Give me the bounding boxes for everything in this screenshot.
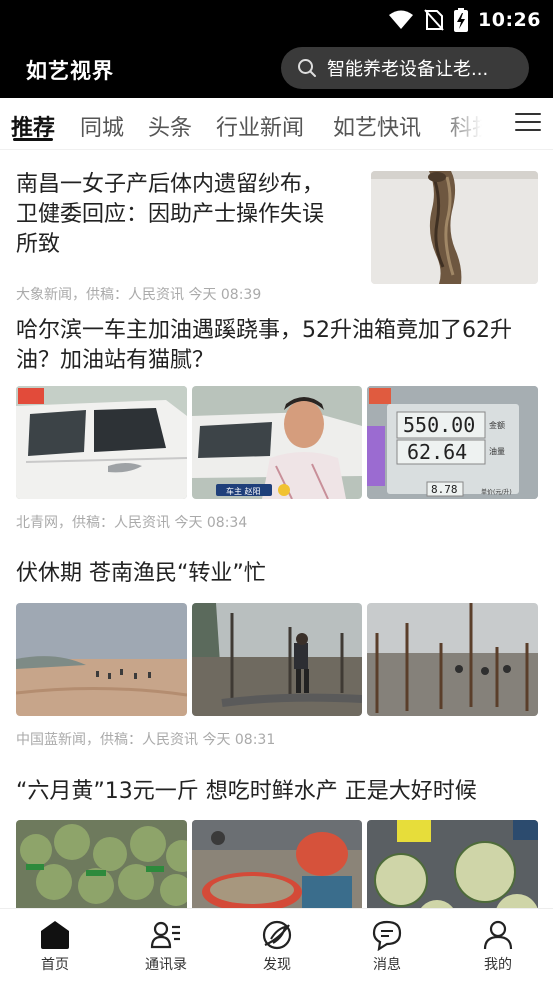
news-meta: 大象新闻，供稿：人民资讯 今天 08:39 bbox=[16, 287, 262, 303]
pump-label-volume: 油量 bbox=[489, 446, 505, 456]
nav-label: 我的 bbox=[484, 957, 512, 973]
news-thumbnail bbox=[16, 386, 187, 499]
wifi-icon bbox=[389, 10, 414, 29]
pump-label-price: 单价(元/升) bbox=[481, 488, 512, 496]
pump-volume: 62.64 bbox=[407, 440, 467, 464]
nav-label: 发现 bbox=[263, 957, 291, 973]
nav-label: 首页 bbox=[41, 957, 69, 973]
news-thumbnail bbox=[367, 603, 538, 716]
app-header: 如艺视界 智能养老设备让老... bbox=[0, 40, 553, 98]
category-tabs: 推荐 同城 头条 行业新闻 如艺快讯 科技 bbox=[0, 98, 553, 150]
news-meta: 中国蓝新闻，供稿：人民资讯 今天 08:31 bbox=[16, 732, 276, 748]
news-thumbnail: 550.00 62.64 金额 油量 8.78 单价(元/升) bbox=[367, 386, 538, 499]
news-thumbnail bbox=[371, 171, 538, 284]
news-title: 南昌一女子产后体内遗留纱布，卫健委回应：因助产士操作失误所致 bbox=[16, 172, 325, 257]
nav-discover[interactable]: 发现 bbox=[237, 919, 317, 974]
tabs-fade bbox=[440, 98, 500, 148]
status-time: 10:26 bbox=[478, 9, 541, 31]
pump-price: 8.78 bbox=[431, 483, 458, 496]
news-title: 伏休期 苍南渔民“转业”忙 bbox=[16, 561, 266, 586]
tab-local[interactable]: 同城 bbox=[80, 110, 124, 142]
news-thumbnail bbox=[367, 820, 538, 908]
tab-industry-news[interactable]: 行业新闻 bbox=[216, 110, 304, 142]
search-box[interactable]: 智能养老设备让老... bbox=[281, 47, 529, 89]
message-icon bbox=[372, 920, 402, 951]
news-title: “六月黄”13元一斤 想吃时鲜水产 正是大好时候 bbox=[16, 779, 477, 804]
nav-contacts[interactable]: 通讯录 bbox=[126, 919, 206, 974]
tab-ruyi-express[interactable]: 如艺快讯 bbox=[333, 110, 421, 142]
app-brand: 如艺视界 bbox=[26, 59, 114, 83]
nav-messages[interactable]: 消息 bbox=[347, 919, 427, 974]
news-feed: 南昌一女子产后体内遗留纱布，卫健委回应：因助产士操作失误所致 大象新闻，供稿：人… bbox=[0, 151, 553, 908]
news-item[interactable]: “六月黄”13元一斤 想吃时鲜水产 正是大好时候 bbox=[16, 777, 538, 908]
news-thumbnail: 车主 赵阳 bbox=[192, 386, 362, 499]
home-icon bbox=[41, 921, 69, 949]
news-thumbnail bbox=[192, 820, 362, 908]
search-placeholder: 智能养老设备让老... bbox=[327, 59, 489, 80]
profile-icon bbox=[483, 920, 513, 950]
nav-label: 通讯录 bbox=[145, 957, 187, 973]
pump-label-amount: 金额 bbox=[489, 420, 505, 430]
news-item[interactable]: 哈尔滨一车主加油遇蹊跷事，52升油箱竟加了62升油？加油站有猫腻？ 车主 赵阳 … bbox=[16, 316, 538, 536]
tab-headlines[interactable]: 头条 bbox=[148, 110, 192, 142]
no-sim-icon bbox=[424, 9, 444, 31]
nav-profile[interactable]: 我的 bbox=[458, 919, 538, 974]
active-tab-indicator bbox=[13, 138, 53, 141]
news-thumbnail bbox=[16, 603, 187, 716]
news-item[interactable]: 伏休期 苍南渔民“转业”忙 中国蓝新闻，供稿：人民资讯 今天 08:31 bbox=[16, 559, 538, 749]
news-item[interactable]: 南昌一女子产后体内遗留纱布，卫健委回应：因助产士操作失误所致 大象新闻，供稿：人… bbox=[16, 170, 538, 303]
search-icon bbox=[298, 59, 316, 77]
status-bar: 10:26 bbox=[0, 0, 553, 40]
battery-charging-icon bbox=[454, 8, 469, 32]
news-title: 哈尔滨一车主加油遇蹊跷事，52升油箱竟加了62升油？加油站有猫腻？ bbox=[16, 318, 512, 373]
discover-icon bbox=[262, 920, 292, 950]
nav-home[interactable]: 首页 bbox=[15, 919, 95, 974]
video-caption: 车主 赵阳 bbox=[226, 486, 261, 496]
news-thumbnail bbox=[192, 603, 362, 716]
pump-amount: 550.00 bbox=[403, 413, 475, 437]
contacts-icon bbox=[150, 921, 180, 949]
news-thumbnail bbox=[16, 820, 187, 908]
nav-label: 消息 bbox=[373, 957, 401, 973]
bottom-navigation: 首页 通讯录 发现 消息 我的 bbox=[0, 908, 553, 983]
news-meta: 北青网，供稿：人民资讯 今天 08:34 bbox=[16, 515, 248, 531]
channel-menu-button[interactable] bbox=[515, 113, 541, 133]
